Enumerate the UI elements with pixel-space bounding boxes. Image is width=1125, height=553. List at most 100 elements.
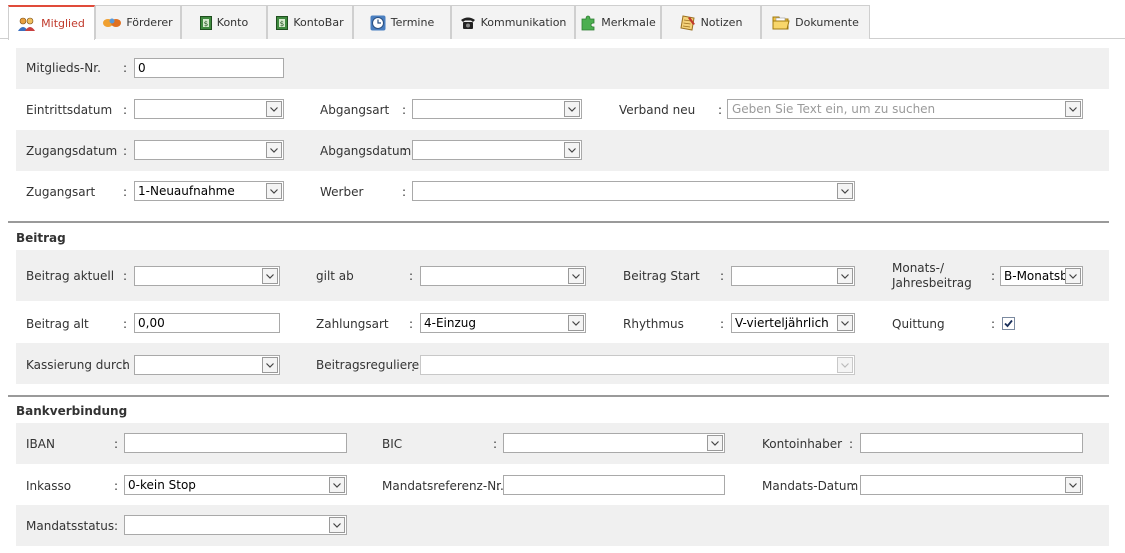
- chevron-down-icon[interactable]: [707, 435, 723, 451]
- kontoinhaber-label: Kontoinhaber: [762, 437, 843, 451]
- clock-icon: [370, 15, 386, 30]
- eintrittsdatum-label: Eintrittsdatum: [26, 103, 113, 117]
- chevron-down-icon[interactable]: [266, 183, 282, 199]
- mitgliedsnr-input[interactable]: 0: [134, 58, 284, 78]
- beitrag-aktuell-label: Beitrag aktuell: [26, 269, 115, 283]
- chevron-down-icon[interactable]: [568, 315, 584, 331]
- tab-mitglied[interactable]: Mitglied: [8, 5, 95, 40]
- zugangsart-value: 1-Neuaufnahme: [138, 184, 235, 198]
- monats-jahresbeitrag-label: Monats-/ Jahresbeitrag: [892, 261, 972, 291]
- beitrag-alt-input[interactable]: 0,00: [134, 313, 280, 333]
- tab-merkmale[interactable]: Merkmale: [575, 5, 661, 39]
- colon: :: [114, 519, 119, 533]
- tab-dokumente[interactable]: Dokumente: [761, 5, 870, 39]
- chevron-down-icon[interactable]: [262, 268, 278, 284]
- mandatsstatus-label: Mandatsstatus: [26, 519, 115, 533]
- verband-neu-placeholder: Geben Sie Text ein, um zu suchen: [732, 102, 936, 116]
- tab-termine[interactable]: Termine: [353, 5, 451, 39]
- chevron-down-icon[interactable]: [329, 517, 345, 533]
- tab-foerderer[interactable]: Förderer: [95, 5, 181, 39]
- kontoinhaber-input[interactable]: [860, 433, 1083, 453]
- zugangsdatum-select[interactable]: [134, 140, 284, 160]
- eintrittsdatum-select[interactable]: [134, 99, 284, 119]
- colon: :: [720, 317, 725, 331]
- svg-text:$: $: [280, 20, 284, 28]
- tab-kommunikation[interactable]: Kommunikation: [451, 5, 575, 39]
- chevron-down-icon[interactable]: [1065, 268, 1081, 284]
- zahlungsart-value: 4-Einzug: [424, 316, 477, 330]
- money-icon: $: [276, 15, 289, 30]
- zugangsart-select[interactable]: 1-Neuaufnahme: [134, 181, 284, 201]
- monats-jahresbeitrag-select[interactable]: B-Monatsb: [1000, 266, 1083, 286]
- chevron-down-icon[interactable]: [837, 315, 853, 331]
- row-zugangsdatum: Zugangsdatum : Abgangsdatum :: [16, 130, 1109, 171]
- mandats-datum-label: Mandats-Datum: [762, 479, 859, 493]
- tab-notizen[interactable]: Notizen: [661, 5, 761, 39]
- beitrag-section-title: Beitrag: [16, 231, 66, 245]
- abgangsart-label: Abgangsart: [320, 103, 390, 117]
- tab-bar: Mitglied Förderer $ Konto $ KontoBar Ter…: [0, 0, 1125, 40]
- abgangsdatum-select[interactable]: [412, 140, 582, 160]
- quittung-checkbox[interactable]: [1002, 317, 1015, 330]
- colon: :: [123, 358, 128, 372]
- tab-label: Termine: [390, 16, 435, 29]
- chevron-down-icon[interactable]: [837, 268, 853, 284]
- tab-label: Notizen: [700, 16, 743, 29]
- row-inkasso: Inkasso : 0-kein Stop Mandatsreferenz-Nr…: [16, 464, 1109, 505]
- beitrag-aktuell-select[interactable]: [134, 266, 280, 286]
- row-beitrag-aktuell: Beitrag aktuell : gilt ab : Beitrag Star…: [16, 250, 1109, 301]
- colon: :: [718, 103, 723, 117]
- beitragsregulierer-select[interactable]: [420, 355, 855, 375]
- colon: :: [720, 269, 725, 283]
- gilt-ab-select[interactable]: [420, 266, 586, 286]
- rhythmus-label: Rhythmus: [623, 317, 684, 331]
- mandats-datum-select[interactable]: [860, 475, 1083, 495]
- beitrag-alt-label: Beitrag alt: [26, 317, 89, 331]
- notepad-icon: [680, 14, 695, 31]
- zahlungsart-label: Zahlungsart: [316, 317, 389, 331]
- colon: :: [411, 360, 416, 374]
- tab-kontobar[interactable]: $ KontoBar: [267, 5, 353, 39]
- bic-label: BIC: [382, 437, 403, 451]
- tab-label: Merkmale: [601, 16, 656, 29]
- colon: :: [114, 437, 119, 451]
- verband-neu-label: Verband neu: [619, 103, 696, 117]
- beitrag-start-select[interactable]: [731, 266, 855, 286]
- mandatsreferenz-input[interactable]: [503, 475, 725, 495]
- verband-neu-combobox[interactable]: Geben Sie Text ein, um zu suchen: [727, 99, 1083, 119]
- kassierung-select[interactable]: [134, 355, 280, 375]
- chevron-down-icon[interactable]: [564, 101, 580, 117]
- chevron-down-icon[interactable]: [329, 477, 345, 493]
- colon: :: [409, 269, 414, 283]
- tab-label: Dokumente: [795, 16, 859, 29]
- monats-jahresbeitrag-value: B-Monatsb: [1004, 269, 1068, 283]
- chevron-down-icon[interactable]: [837, 357, 853, 373]
- inkasso-select[interactable]: 0-kein Stop: [124, 475, 347, 495]
- chevron-down-icon[interactable]: [564, 142, 580, 158]
- werber-select[interactable]: [412, 181, 855, 201]
- tab-konto[interactable]: $ Konto: [181, 5, 267, 39]
- mandatsreferenz-label: Mandatsreferenz-Nr.: [382, 479, 504, 493]
- zahlungsart-select[interactable]: 4-Einzug: [420, 313, 586, 333]
- rhythmus-select[interactable]: V-vierteljährlich: [731, 313, 855, 333]
- iban-input[interactable]: [124, 433, 347, 453]
- row-eintritt: Eintrittsdatum : Abgangsart : Verband ne…: [16, 89, 1109, 130]
- chevron-down-icon[interactable]: [1065, 477, 1081, 493]
- chevron-down-icon[interactable]: [266, 142, 282, 158]
- monats-label-line1: Monats-/: [892, 261, 944, 275]
- puzzle-icon: [581, 15, 595, 30]
- chevron-down-icon[interactable]: [266, 101, 282, 117]
- chevron-down-icon[interactable]: [262, 357, 278, 373]
- mandatsstatus-select[interactable]: [124, 515, 347, 535]
- chevron-down-icon[interactable]: [568, 268, 584, 284]
- colon: :: [991, 269, 996, 283]
- section-divider: [8, 395, 1109, 397]
- colon: :: [123, 144, 128, 158]
- abgangsart-select[interactable]: [412, 99, 582, 119]
- colon: :: [123, 61, 128, 75]
- chevron-down-icon[interactable]: [1065, 101, 1081, 117]
- bic-select[interactable]: [503, 433, 725, 453]
- chevron-down-icon[interactable]: [837, 183, 853, 199]
- rhythmus-value: V-vierteljährlich: [735, 316, 829, 330]
- colon: :: [409, 317, 414, 331]
